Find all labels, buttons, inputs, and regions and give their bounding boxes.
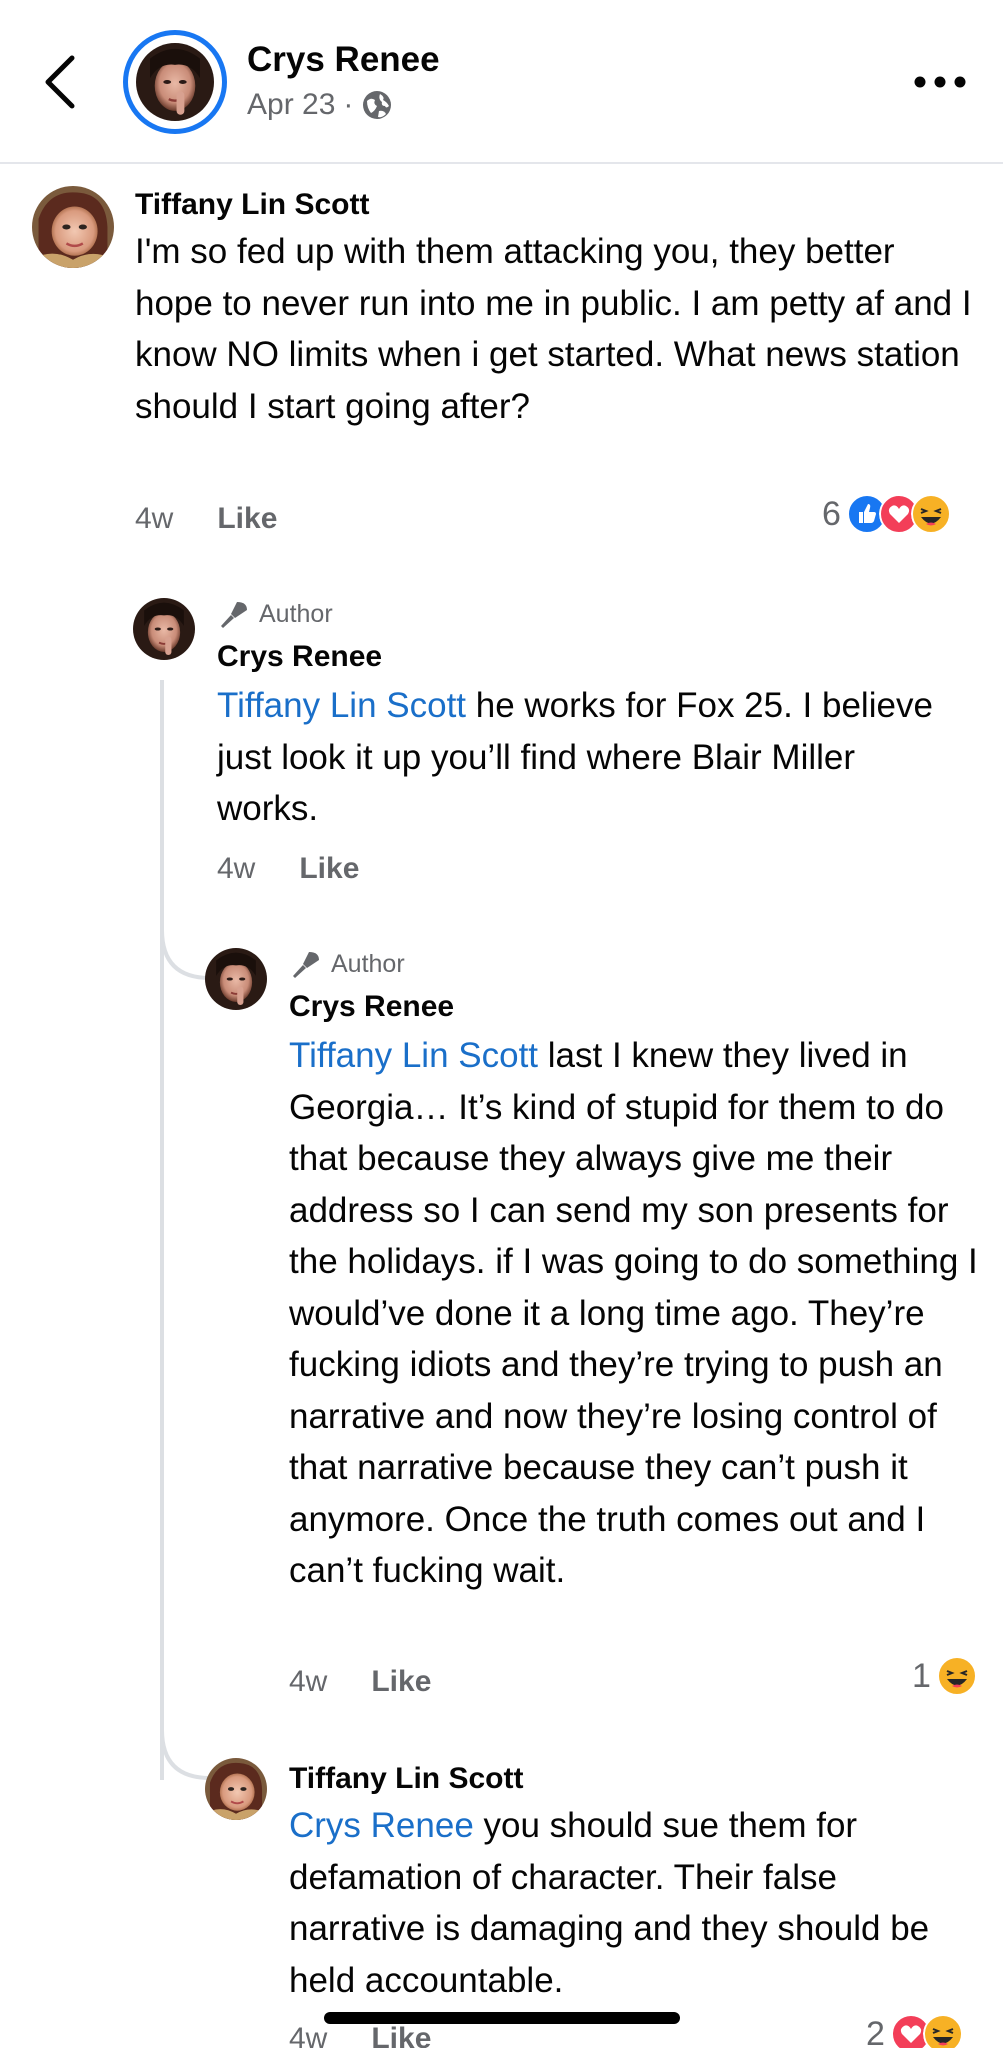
avatar[interactable] <box>133 598 195 660</box>
reaction-summary[interactable]: 1 <box>912 1656 977 1696</box>
commenter-name[interactable]: Tiffany Lin Scott <box>289 1762 523 1796</box>
like-button[interactable]: Like <box>371 2022 431 2048</box>
page-title[interactable]: Crys Renee <box>247 40 440 80</box>
reaction-count: 2 <box>866 2014 885 2048</box>
home-indicator[interactable] <box>324 2012 680 2024</box>
author-badge: Author <box>217 598 333 630</box>
comment-text: I'm so fed up with them attacking you, t… <box>135 232 972 426</box>
author-label: Author <box>331 949 405 978</box>
commenter-name[interactable]: Crys Renee <box>217 640 382 674</box>
avatar[interactable] <box>205 1758 267 1820</box>
comment-actions: 4w Like <box>289 1665 431 1699</box>
reaction-count: 6 <box>822 494 841 533</box>
back-chevron-icon[interactable] <box>38 52 86 112</box>
comment-time[interactable]: 4w <box>217 852 255 886</box>
haha-reaction-icon <box>910 494 951 534</box>
post-meta: Apr 23 · <box>247 88 393 122</box>
comment-body: last I knew they lived in Georgia… It’s … <box>289 1036 978 1590</box>
commenter-name[interactable]: Tiffany Lin Scott <box>135 188 369 222</box>
comment-actions: 4w Like <box>289 2022 431 2048</box>
more-options-icon[interactable] <box>912 68 968 96</box>
comment-text: Tiffany Lin Scott last I knew they lived… <box>289 1030 979 1597</box>
microphone-icon <box>293 952 319 978</box>
avatar <box>136 43 214 121</box>
avatar[interactable] <box>32 186 114 268</box>
like-button[interactable]: Like <box>299 852 359 886</box>
post-date[interactable]: Apr 23 <box>247 88 335 122</box>
reaction-summary[interactable]: 6 <box>822 494 951 534</box>
story-ring[interactable] <box>123 30 227 134</box>
thread-line <box>160 680 164 1780</box>
haha-reaction-icon <box>936 1656 977 1696</box>
comment-time[interactable]: 4w <box>135 502 173 536</box>
author-label: Author <box>259 599 333 628</box>
comment-actions: 4w Like <box>217 852 359 886</box>
globe-icon <box>363 91 392 119</box>
meta-separator: · <box>343 88 354 121</box>
mention-link[interactable]: Tiffany Lin Scott <box>289 1036 538 1075</box>
comment-text: Crys Renee you should sue them for defam… <box>289 1800 979 2006</box>
reaction-summary[interactable]: 2 <box>866 2014 963 2048</box>
comment-time[interactable]: 4w <box>289 1665 327 1699</box>
haha-reaction-icon <box>922 2014 963 2048</box>
comment-time[interactable]: 4w <box>289 2022 327 2048</box>
post-header: Crys Renee Apr 23 · <box>0 0 1003 164</box>
commenter-name[interactable]: Crys Renee <box>289 990 454 1024</box>
like-button[interactable]: Like <box>371 1665 431 1699</box>
avatar[interactable] <box>205 948 267 1010</box>
mention-link[interactable]: Crys Renee <box>289 1806 474 1845</box>
mention-link[interactable]: Tiffany Lin Scott <box>217 686 466 725</box>
comment-actions: 4w Like <box>135 502 277 536</box>
comment-text: Tiffany Lin Scott he works for Fox 25. I… <box>217 680 957 835</box>
author-badge: Author <box>289 948 405 980</box>
microphone-icon <box>221 602 247 628</box>
like-button[interactable]: Like <box>217 502 277 536</box>
reaction-count: 1 <box>912 1656 931 1695</box>
